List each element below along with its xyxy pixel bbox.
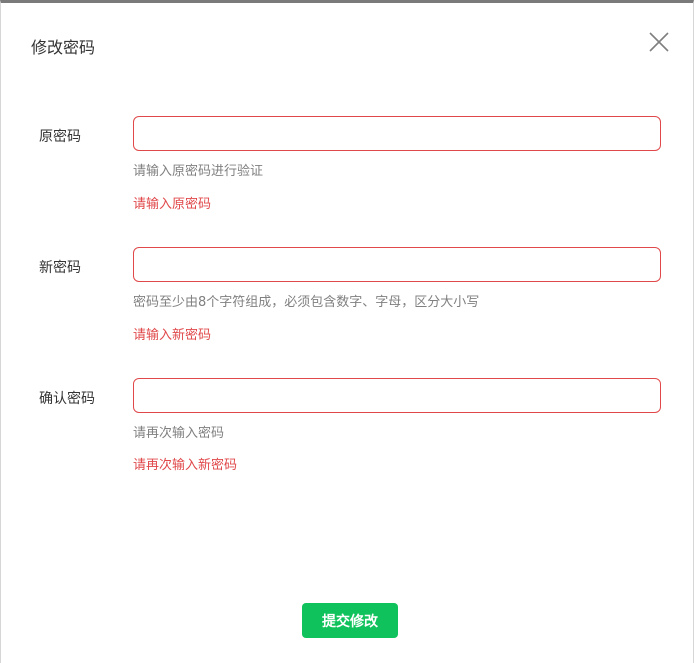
confirm-password-label: 确认密码 [39,391,95,407]
new-password-input[interactable] [133,247,661,282]
confirm-password-input[interactable] [133,378,661,413]
confirm-password-hint: 请再次输入密码 [133,426,225,441]
close-icon [649,32,669,52]
submit-button[interactable]: 提交修改 [302,603,398,638]
confirm-password-error: 请再次输入新密码 [133,458,238,473]
change-password-dialog: 修改密码 原密码 请输入原密码进行验证 请输入原密码 新密码 密码至少由8个字符… [0,0,694,663]
dialog-title: 修改密码 [31,38,96,57]
old-password-hint: 请输入原密码进行验证 [133,164,264,179]
close-button[interactable] [648,31,670,53]
old-password-error: 请输入原密码 [133,197,212,212]
new-password-hint: 密码至少由8个字符组成，必须包含数字、字母，区分大小写 [133,295,480,310]
new-password-label: 新密码 [39,260,81,276]
old-password-label: 原密码 [39,129,81,145]
new-password-error: 请输入新密码 [133,328,212,343]
old-password-input[interactable] [133,116,661,151]
